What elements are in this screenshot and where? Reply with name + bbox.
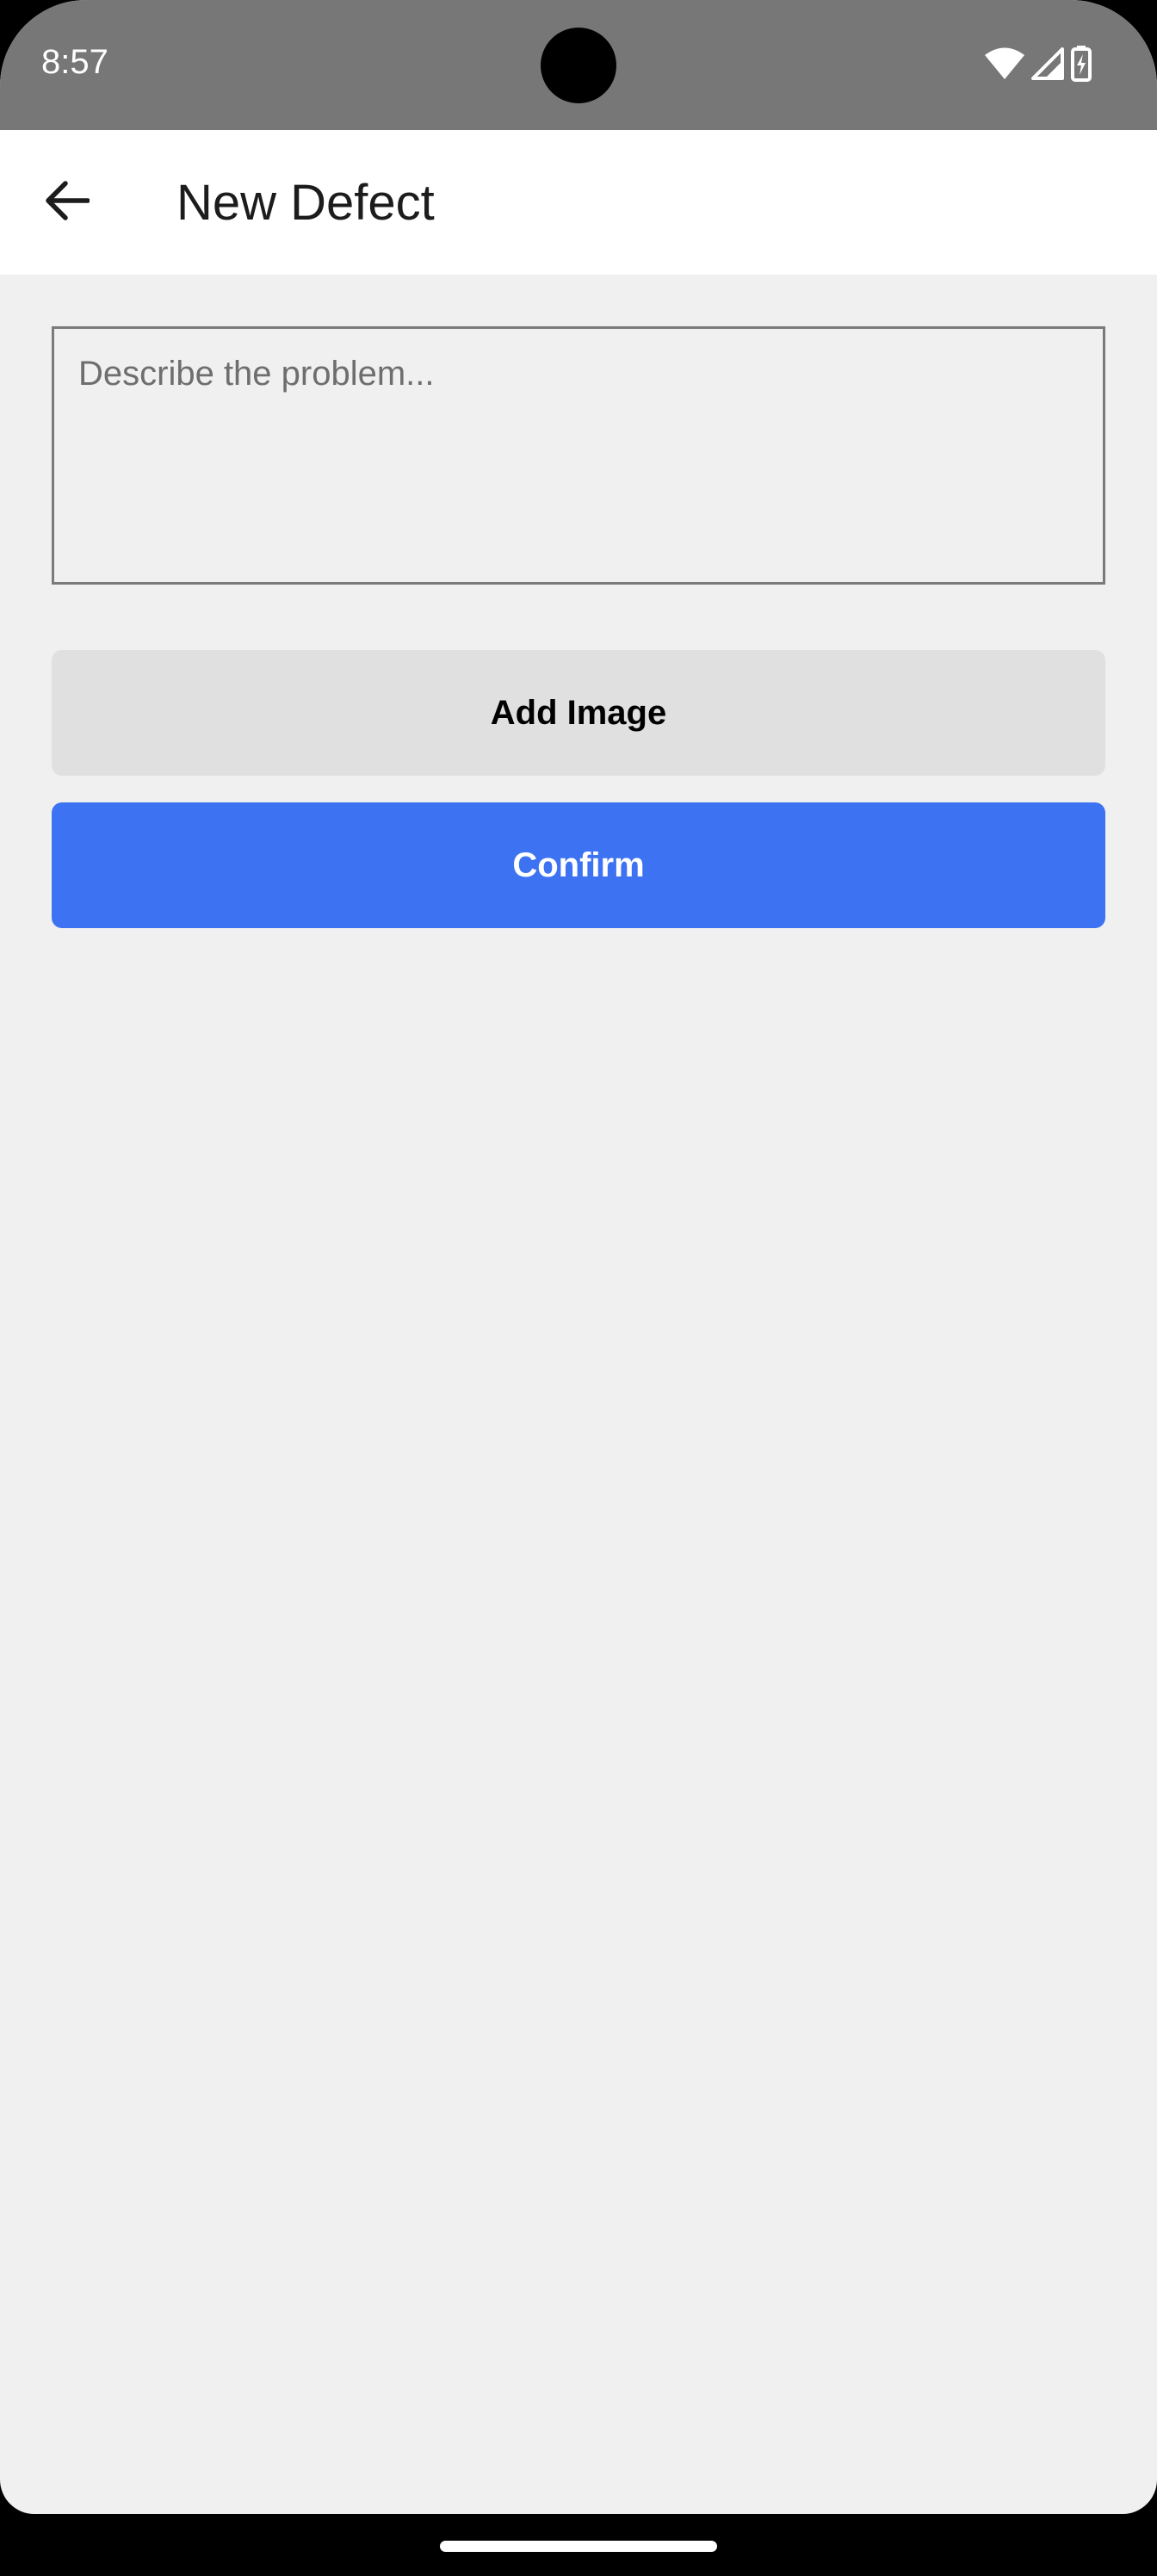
device-frame: 8:57 New Defect Describe the problem... … (0, 0, 1157, 2514)
screen: 8:57 New Defect Describe the problem... … (0, 0, 1157, 2576)
status-time: 8:57 (41, 43, 108, 81)
status-icons (985, 45, 1092, 83)
confirm-button[interactable]: Confirm (52, 802, 1105, 928)
status-bar: 8:57 (0, 0, 1157, 130)
app-bar: New Defect (0, 130, 1157, 275)
cellular-signal-icon (1031, 47, 1064, 80)
arrow-back-icon (45, 180, 90, 225)
camera-cutout (541, 28, 616, 103)
back-button[interactable] (26, 161, 108, 244)
confirm-label: Confirm (512, 845, 645, 884)
add-image-button[interactable]: Add Image (52, 650, 1105, 776)
gesture-nav-handle[interactable] (440, 2541, 717, 2552)
add-image-label: Add Image (490, 693, 667, 732)
battery-charging-icon (1071, 46, 1092, 82)
wifi-icon (985, 47, 1024, 80)
page-title: New Defect (176, 175, 435, 231)
description-input[interactable] (52, 326, 1105, 585)
